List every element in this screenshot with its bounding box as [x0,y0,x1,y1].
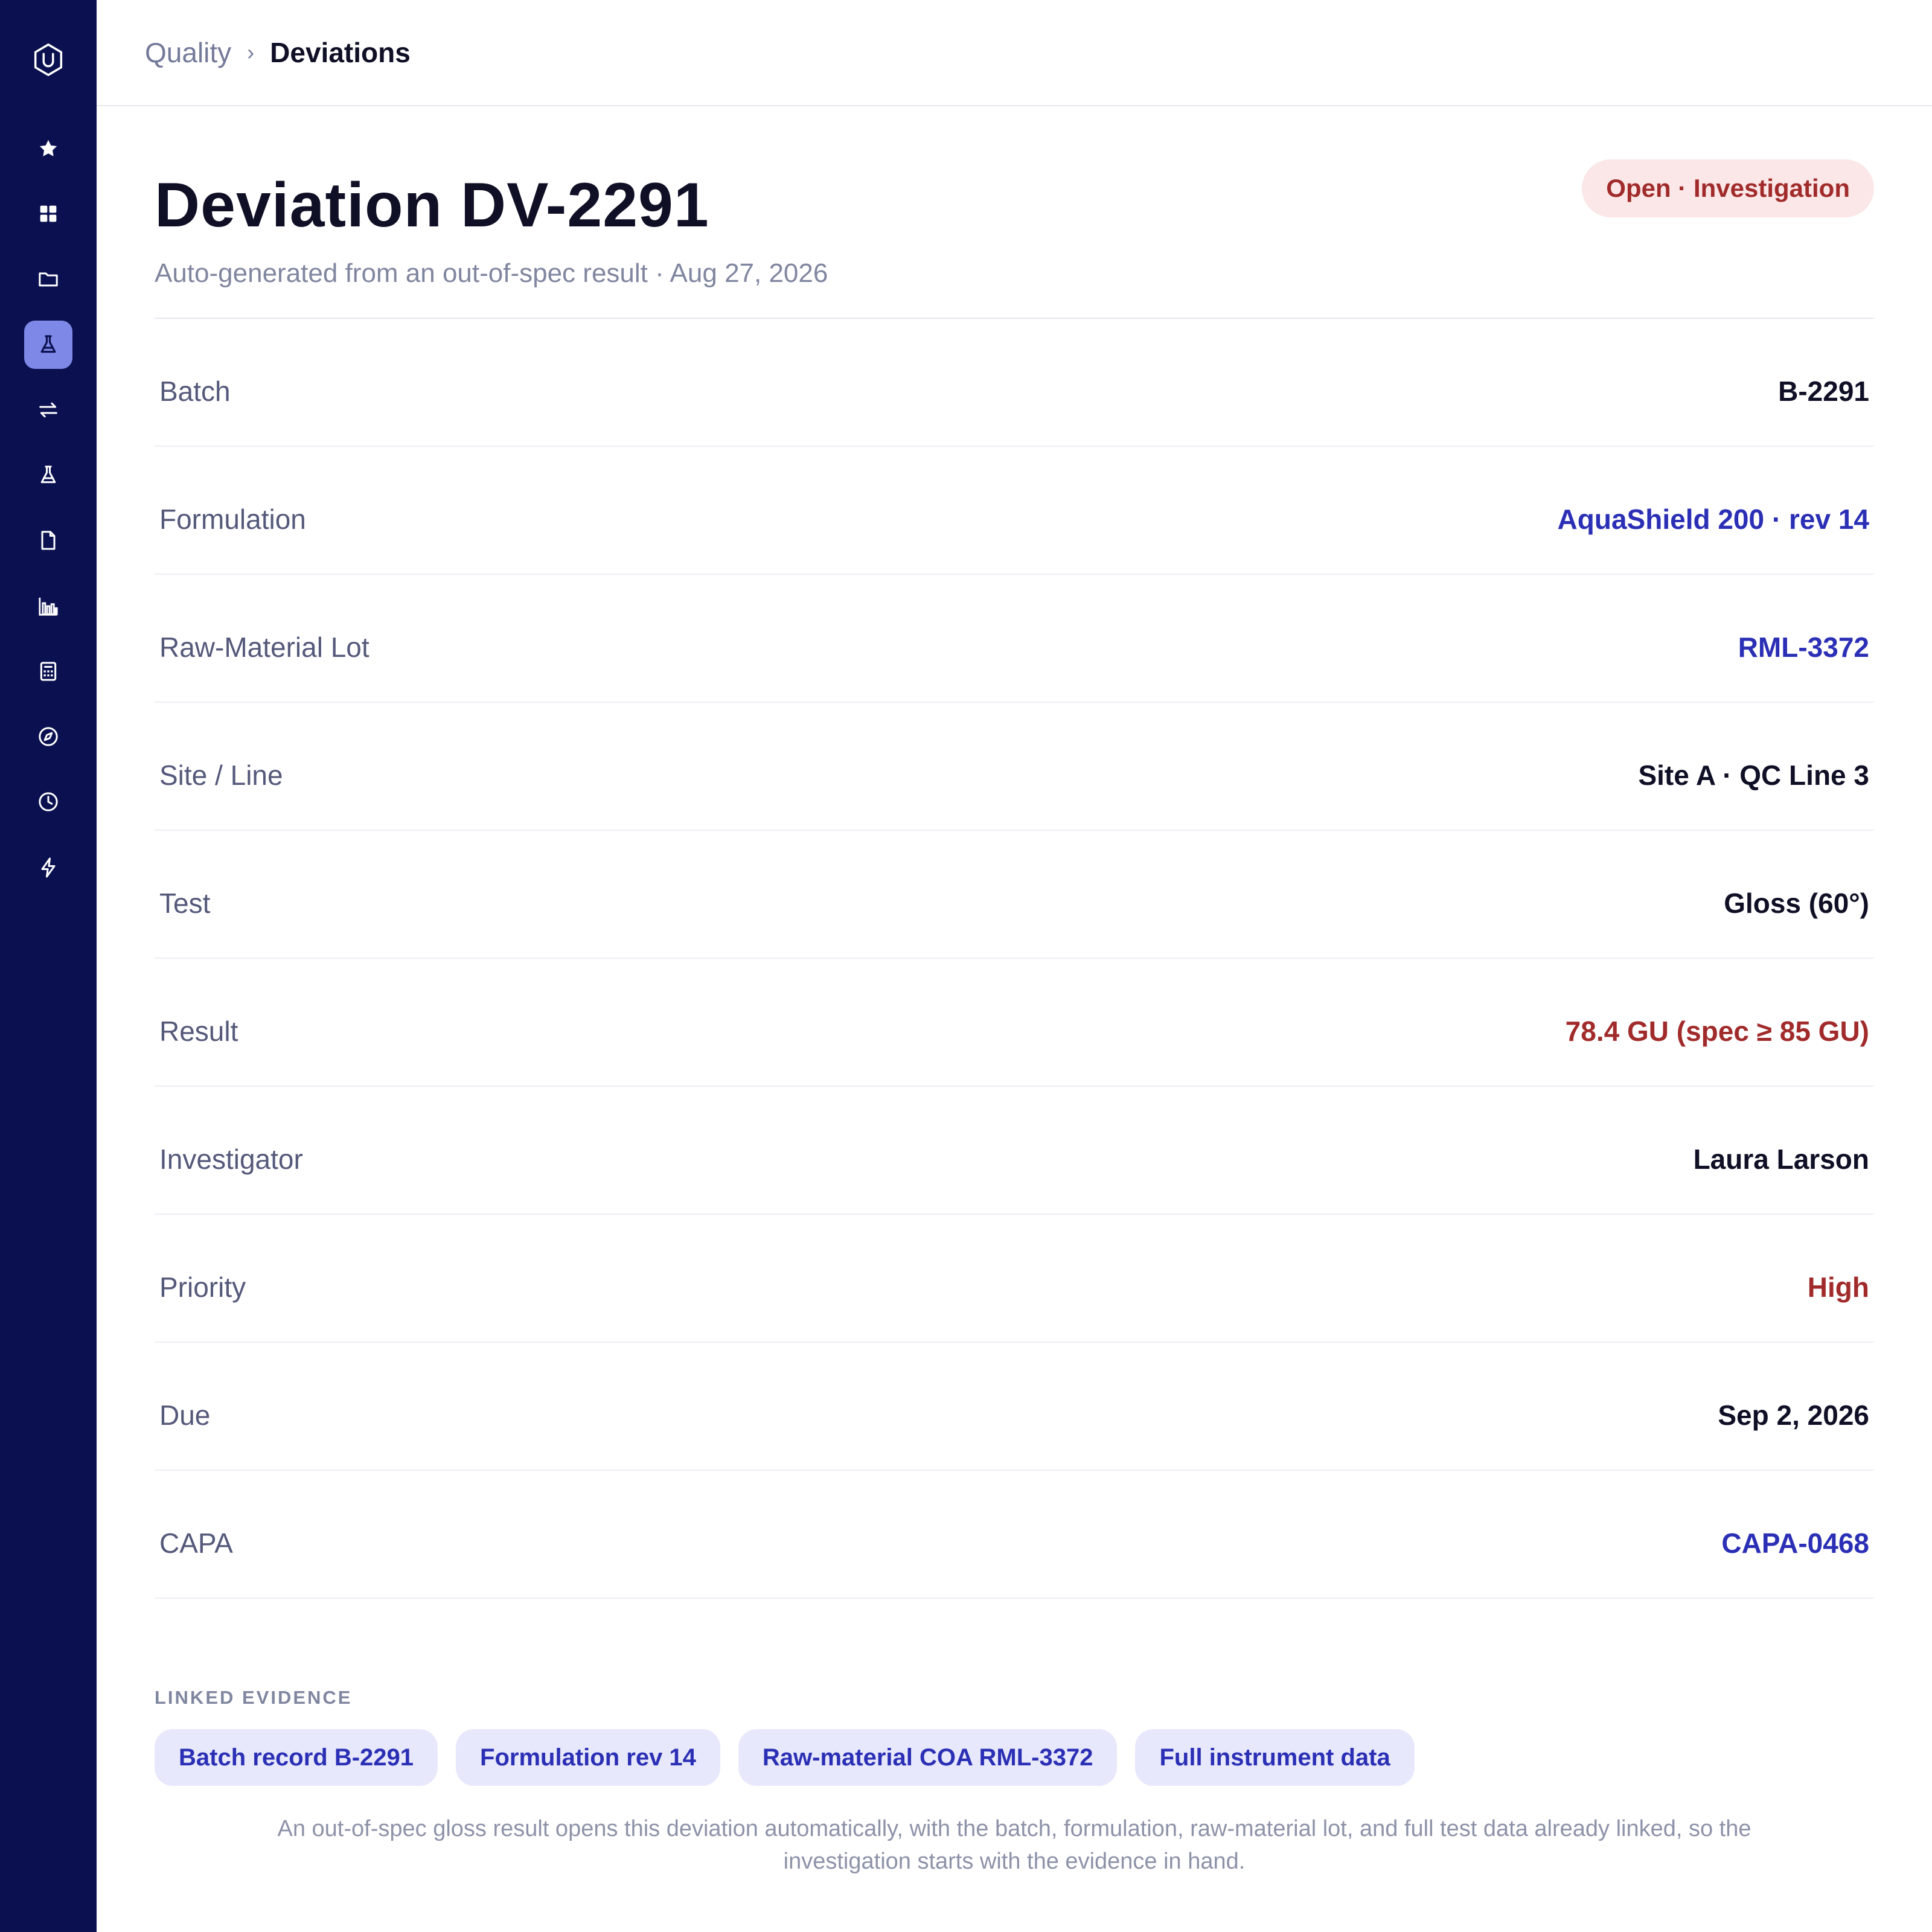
footnote-line-2: investigation starts with the evidence i… [783,1849,1246,1874]
breadcrumb-parent[interactable]: Quality [145,36,231,69]
shield-u-logo-icon[interactable] [22,33,75,86]
breadcrumb: Quality › Deviations [145,36,411,69]
field-row-site-line: Site / Line Site A · QC Line 3 [155,703,1874,831]
breadcrumb-separator: › [247,40,255,65]
status-badge: Open · Investigation [1582,159,1874,217]
field-row-investigator: Investigator Laura Larson [155,1087,1874,1215]
sidebar-item-quality[interactable] [24,321,72,369]
field-label: Result [159,1016,238,1047]
formulation-link[interactable]: AquaShield 200 · rev 14 [1558,503,1869,536]
field-label: Test [159,888,211,919]
flask-icon [40,335,56,353]
linked-evidence-heading: LINKED EVIDENCE [155,1687,353,1708]
evidence-chip-formulation[interactable]: Formulation rev 14 [456,1729,720,1786]
field-label: Site / Line [159,760,283,791]
document-icon[interactable] [24,516,72,565]
field-label: Due [159,1399,211,1431]
footnote-line-1: An out-of-spec gloss result opens this d… [277,1816,1751,1841]
field-row-test: Test Gloss (60°) [155,831,1874,959]
field-value: Sep 2, 2026 [1718,1399,1869,1431]
evidence-chip-batch-record[interactable]: Batch record B-2291 [155,1729,438,1786]
sidebar [0,0,97,1932]
field-value: Site A · QC Line 3 [1638,760,1869,791]
flask-icon[interactable] [24,451,72,499]
field-list: Batch B-2291 Formulation AquaShield 200 … [155,319,1874,1599]
field-label: CAPA [159,1527,233,1559]
result-value: 78.4 GU (spec ≥ 85 GU) [1565,1016,1869,1047]
footnote: An out-of-spec gloss result opens this d… [155,1812,1874,1878]
field-value: Gloss (60°) [1724,888,1869,919]
page-title: Deviation DV-2291 [155,170,709,240]
field-row-priority: Priority High [155,1215,1874,1343]
evidence-chip-instrument-data[interactable]: Full instrument data [1135,1729,1415,1786]
field-label: Formulation [159,504,306,535]
field-label: Priority [159,1271,246,1303]
field-value: Laura Larson [1693,1144,1869,1175]
top-bar: Quality › Deviations [97,0,1932,106]
field-row-due: Due Sep 2, 2026 [155,1343,1874,1471]
swap-arrows-icon[interactable] [24,386,72,434]
linked-evidence-chips: Batch record B-2291 Formulation rev 14 R… [155,1729,1415,1786]
field-value: B-2291 [1778,376,1869,407]
lightning-icon[interactable] [24,843,72,892]
compass-icon[interactable] [24,712,72,761]
field-row-result: Result 78.4 GU (spec ≥ 85 GU) [155,959,1874,1087]
folder-icon[interactable] [24,255,72,303]
star-icon[interactable] [24,124,72,173]
page-subtitle: Auto-generated from an out-of-spec resul… [155,258,828,288]
priority-value: High [1807,1271,1869,1303]
field-row-batch: Batch B-2291 [155,319,1874,447]
field-label: Batch [159,376,231,407]
clock-icon[interactable] [24,778,72,826]
bar-chart-icon[interactable] [24,582,72,630]
field-row-capa: CAPA CAPA-0468 [155,1471,1874,1599]
field-label: Raw-Material Lot [159,632,369,663]
evidence-chip-raw-material-coa[interactable]: Raw-material COA RML-3372 [738,1729,1118,1786]
grid-icon[interactable] [24,190,72,238]
raw-material-lot-link[interactable]: RML-3372 [1738,631,1869,664]
capa-link[interactable]: CAPA-0468 [1721,1527,1869,1559]
field-label: Investigator [159,1144,303,1175]
field-row-formulation: Formulation AquaShield 200 · rev 14 [155,447,1874,575]
breadcrumb-current: Deviations [270,37,411,68]
field-row-raw-material-lot: Raw-Material Lot RML-3372 [155,575,1874,703]
calculator-icon[interactable] [24,647,72,696]
